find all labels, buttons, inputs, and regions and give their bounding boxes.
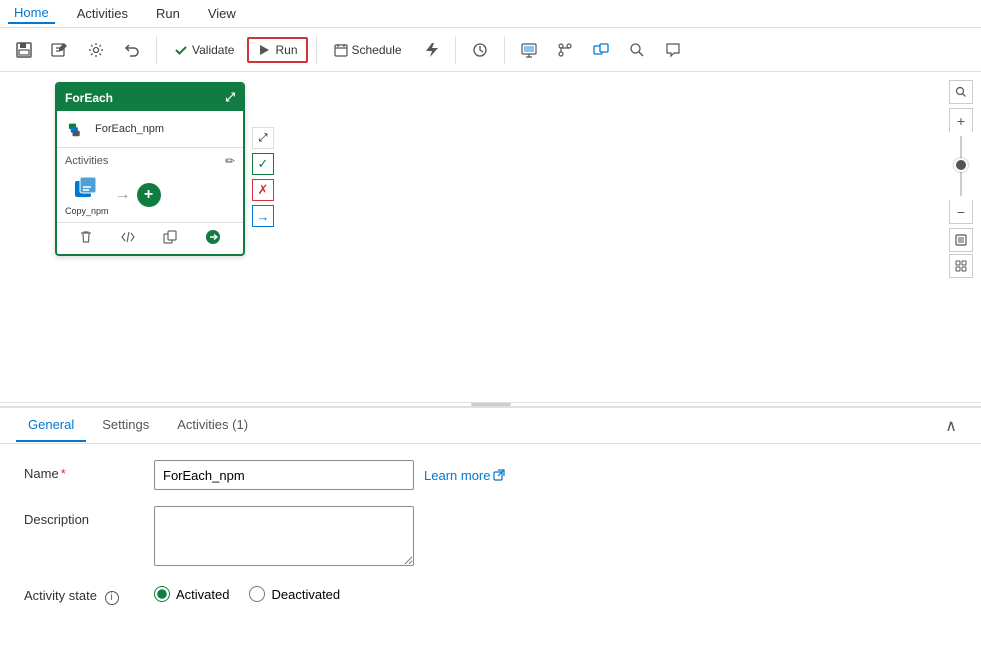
radio-deactivated[interactable]: Deactivated xyxy=(249,586,340,602)
expand-icon[interactable]: ⤢ xyxy=(225,90,235,105)
undo-button[interactable] xyxy=(116,34,148,66)
zoom-slider[interactable] xyxy=(960,136,962,196)
foreach-footer xyxy=(57,222,243,254)
foreach-header: ForEach ⤢ xyxy=(57,84,243,111)
feedback-button[interactable] xyxy=(657,34,689,66)
edit-button[interactable] xyxy=(44,34,76,66)
branch-button[interactable] xyxy=(549,34,581,66)
indicator-expand[interactable]: ⤢ xyxy=(252,127,274,149)
zoom-controls: + − xyxy=(949,80,973,278)
menu-bar: Home Activities Run View xyxy=(0,0,981,28)
foreach-title-row: ForEach_npm xyxy=(57,111,243,148)
canvas-area[interactable]: ForEach ⤢ ForEach_npm Activities ✏ xyxy=(0,72,981,402)
tab-settings[interactable]: Settings xyxy=(90,409,161,442)
history-button[interactable] xyxy=(464,34,496,66)
tab-general[interactable]: General xyxy=(16,409,86,442)
description-input[interactable] xyxy=(154,506,414,566)
zoom-search-button[interactable] xyxy=(949,80,973,104)
panel-collapse-button[interactable]: ∧ xyxy=(937,412,965,440)
separator-4 xyxy=(504,36,505,64)
foreach-node-icon xyxy=(65,117,89,141)
foreach-title: ForEach xyxy=(65,91,113,105)
zoom-in-button[interactable]: + xyxy=(949,108,973,132)
toolbar: Validate Run Schedule xyxy=(0,28,981,72)
indicator-check[interactable]: ✓ xyxy=(252,153,274,175)
copy-npm-label: Copy_npm xyxy=(65,206,109,216)
radio-activated-input[interactable] xyxy=(154,586,170,602)
activities-section-label: Activities xyxy=(65,155,108,167)
indicator-arrow[interactable]: → xyxy=(252,205,274,227)
activities-section: Activities ✏ Copy_npm xyxy=(57,148,243,222)
settings-button[interactable] xyxy=(80,34,112,66)
separator-2 xyxy=(316,36,317,64)
description-control-area xyxy=(154,506,957,566)
monitor-button[interactable] xyxy=(513,34,545,66)
bottom-panel: General Settings Activities (1) ∧ Name* … xyxy=(0,406,981,666)
search-toolbar-button[interactable] xyxy=(621,34,653,66)
indicator-cross[interactable]: ✗ xyxy=(252,179,274,201)
radio-deactivated-input[interactable] xyxy=(249,586,265,602)
arrow-connector: → xyxy=(115,186,131,204)
activity-state-info-icon[interactable]: i xyxy=(105,591,119,605)
add-activity-button[interactable]: + xyxy=(137,183,161,207)
description-label: Description xyxy=(24,506,154,527)
activity-state-control-area: Activated Deactivated xyxy=(154,582,957,602)
learn-more-link[interactable]: Learn more xyxy=(424,468,505,483)
panel-tabs: General Settings Activities (1) ∧ xyxy=(0,408,981,444)
foreach-node-name: ForEach_npm xyxy=(95,123,164,135)
layout-fit-button[interactable] xyxy=(949,228,973,252)
panel-content: Name* Learn more xyxy=(0,444,981,666)
radio-group: Activated Deactivated xyxy=(154,582,340,602)
edit-activities-icon[interactable]: ✏ xyxy=(225,154,235,168)
separator-3 xyxy=(455,36,456,64)
layout-grid-button[interactable] xyxy=(949,254,973,278)
schedule-button[interactable]: Schedule xyxy=(325,38,411,62)
zoom-slider-thumb[interactable] xyxy=(954,158,968,172)
menu-item-home[interactable]: Home xyxy=(8,3,55,24)
copy-node-button[interactable] xyxy=(161,228,179,249)
side-indicators: ⤢ ✓ ✗ → xyxy=(252,127,274,227)
foreach-node[interactable]: ForEach ⤢ ForEach_npm Activities ✏ xyxy=(55,82,245,256)
name-label: Name* xyxy=(24,460,154,481)
menu-item-activities[interactable]: Activities xyxy=(71,4,134,23)
separator-1 xyxy=(156,36,157,64)
activities-label-row: Activities ✏ xyxy=(65,154,235,168)
zoom-out-button[interactable]: − xyxy=(949,200,973,224)
menu-item-view[interactable]: View xyxy=(202,4,242,23)
validate-button[interactable]: Validate xyxy=(165,38,243,62)
activities-content: Copy_npm → + xyxy=(65,174,235,216)
trigger-button[interactable] xyxy=(415,34,447,66)
tab-activities[interactable]: Activities (1) xyxy=(165,409,260,442)
radio-activated[interactable]: Activated xyxy=(154,586,229,602)
save-button[interactable] xyxy=(8,34,40,66)
delete-node-button[interactable] xyxy=(77,228,95,249)
zoom-layout-buttons xyxy=(949,228,973,278)
form-row-activity-state: Activity state i Activated Deactivated xyxy=(24,582,957,605)
activity-state-label: Activity state i xyxy=(24,582,154,605)
menu-item-run[interactable]: Run xyxy=(150,4,186,23)
main-area: ForEach ⤢ ForEach_npm Activities ✏ xyxy=(0,72,981,666)
connect-button[interactable] xyxy=(585,34,617,66)
copy-npm-icon xyxy=(72,174,102,204)
name-input[interactable] xyxy=(154,460,414,490)
next-node-button[interactable] xyxy=(203,227,223,250)
name-control-area: Learn more xyxy=(154,460,957,490)
form-row-name: Name* Learn more xyxy=(24,460,957,490)
copy-npm-node[interactable]: Copy_npm xyxy=(65,174,109,216)
form-row-description: Description xyxy=(24,506,957,566)
code-view-button[interactable] xyxy=(119,228,137,249)
run-button[interactable]: Run xyxy=(247,37,307,63)
